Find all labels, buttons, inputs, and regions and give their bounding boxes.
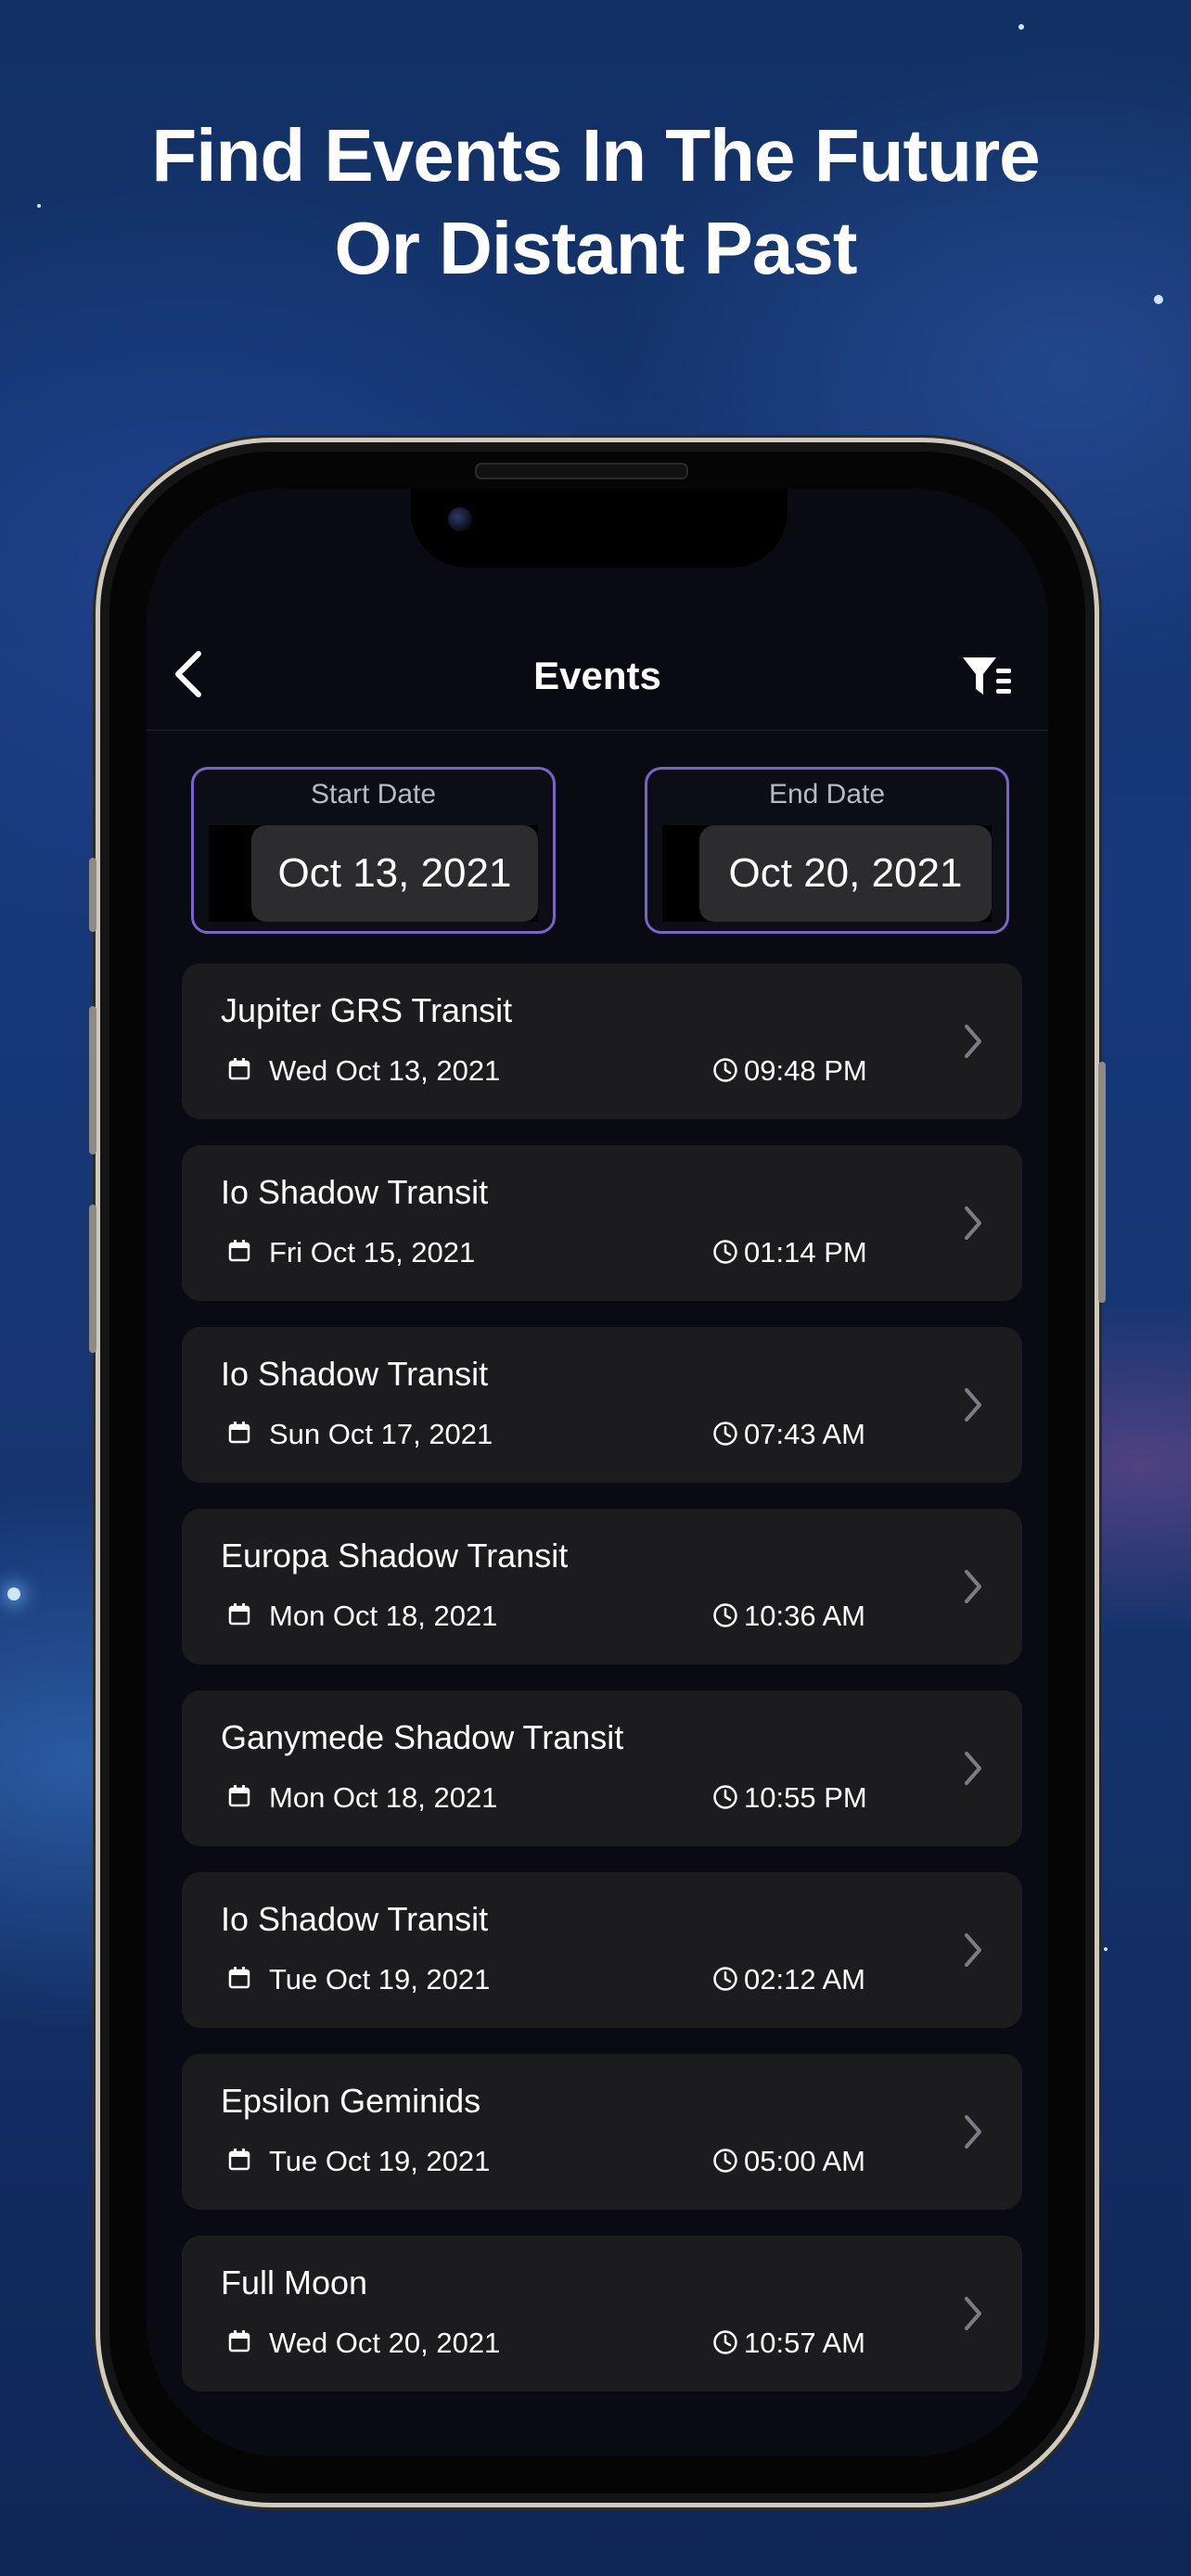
clock-icon bbox=[713, 2149, 737, 2173]
end-date-picker[interactable]: End Date Oct 20, 2021 bbox=[645, 767, 1009, 934]
calendar-icon bbox=[228, 1967, 250, 1989]
event-time: 05:00 AM bbox=[744, 2145, 865, 2177]
star bbox=[1104, 1947, 1108, 1951]
event-date: Mon Oct 18, 2021 bbox=[269, 1600, 498, 1632]
chevron-right-icon bbox=[965, 2115, 981, 2149]
chevron-right-icon bbox=[965, 1025, 981, 1058]
filter-button[interactable] bbox=[959, 648, 1015, 704]
headline-line-1: Find Events In The Future bbox=[151, 114, 1040, 197]
event-date: Tue Oct 19, 2021 bbox=[269, 1963, 491, 1996]
event-date: Mon Oct 18, 2021 bbox=[269, 1781, 498, 1814]
star bbox=[1018, 24, 1024, 30]
event-card[interactable]: Io Shadow Transit Fri Oct 15, 2021 01:14… bbox=[182, 1145, 1022, 1301]
silent-switch bbox=[89, 858, 96, 932]
event-card[interactable]: Ganymede Shadow Transit Mon Oct 18, 2021… bbox=[182, 1690, 1022, 1846]
event-card[interactable]: Europa Shadow Transit Mon Oct 18, 2021 1… bbox=[182, 1509, 1022, 1664]
event-time: 10:36 AM bbox=[744, 1600, 865, 1632]
start-date-field: Oct 13, 2021 bbox=[209, 825, 538, 922]
power-button bbox=[1098, 1062, 1106, 1303]
event-card[interactable]: Io Shadow Transit Tue Oct 19, 2021 02:12… bbox=[182, 1872, 1022, 2028]
event-time: 10:55 PM bbox=[744, 1781, 867, 1814]
app-screen: Events Start Date Oct 13, 2021 End Date … bbox=[147, 489, 1048, 2456]
calendar-icon bbox=[228, 1603, 250, 1626]
event-time: 01:14 PM bbox=[744, 1236, 867, 1269]
event-title: Epsilon Geminids bbox=[221, 2082, 481, 2120]
clock-icon bbox=[713, 1058, 737, 1082]
clock-icon bbox=[713, 1240, 737, 1264]
star bbox=[1154, 295, 1163, 304]
event-time: 02:12 AM bbox=[744, 1963, 865, 1996]
event-title: Io Shadow Transit bbox=[221, 1355, 489, 1393]
chevron-right-icon bbox=[965, 1570, 981, 1603]
event-title: Io Shadow Transit bbox=[221, 1173, 489, 1211]
event-date: Sun Oct 17, 2021 bbox=[269, 1418, 493, 1450]
phone-frame: Events Start Date Oct 13, 2021 End Date … bbox=[89, 438, 1106, 2507]
start-date-picker[interactable]: Start Date Oct 13, 2021 bbox=[191, 767, 556, 934]
headline: Find Events In The Future Or Distant Pas… bbox=[0, 109, 1191, 295]
clock-icon bbox=[713, 1967, 737, 1991]
chevron-right-icon bbox=[965, 1388, 981, 1422]
calendar-icon bbox=[228, 1058, 250, 1080]
event-title: Europa Shadow Transit bbox=[221, 1537, 569, 1575]
calendar-icon bbox=[228, 1785, 250, 1807]
nav-bar: Events bbox=[147, 628, 1048, 731]
clock-icon bbox=[713, 1785, 737, 1809]
filter-list-icon bbox=[963, 657, 1011, 695]
end-date-label: End Date bbox=[768, 779, 886, 810]
event-date: Tue Oct 19, 2021 bbox=[269, 2145, 491, 2177]
chevron-right-icon bbox=[965, 1933, 981, 1967]
page-title: Events bbox=[533, 654, 661, 697]
event-time: 07:43 AM bbox=[744, 1418, 865, 1450]
chevron-right-icon bbox=[965, 1206, 981, 1240]
volume-down-button bbox=[89, 1205, 96, 1353]
clock-icon bbox=[713, 1603, 737, 1627]
notch bbox=[411, 489, 788, 567]
volume-up-button bbox=[89, 1006, 96, 1154]
clock-icon bbox=[713, 2330, 737, 2354]
start-date-label: Start Date bbox=[310, 779, 437, 810]
event-title: Io Shadow Transit bbox=[221, 1900, 489, 1938]
chevron-right-icon bbox=[965, 2297, 981, 2330]
calendar-icon bbox=[228, 2149, 250, 2171]
calendar-icon bbox=[228, 1422, 250, 1444]
end-date-value[interactable]: Oct 20, 2021 bbox=[699, 825, 992, 922]
event-card[interactable]: Full Moon Wed Oct 20, 2021 10:57 AM bbox=[182, 2236, 1022, 2391]
event-date: Fri Oct 15, 2021 bbox=[269, 1236, 476, 1269]
calendar-icon bbox=[228, 1240, 250, 1262]
clock-icon bbox=[713, 1422, 737, 1446]
event-card[interactable]: Jupiter GRS Transit Wed Oct 13, 2021 09:… bbox=[182, 963, 1022, 1119]
headline-line-2: Or Distant Past bbox=[334, 207, 858, 289]
start-date-value[interactable]: Oct 13, 2021 bbox=[251, 825, 538, 922]
event-date: Wed Oct 13, 2021 bbox=[269, 1054, 501, 1087]
event-title: Jupiter GRS Transit bbox=[221, 991, 513, 1029]
event-card[interactable]: Epsilon Geminids Tue Oct 19, 2021 05:00 … bbox=[182, 2054, 1022, 2210]
speaker-grille bbox=[475, 463, 688, 479]
front-camera bbox=[448, 507, 472, 531]
event-title: Full Moon bbox=[221, 2264, 368, 2302]
event-time: 10:57 AM bbox=[744, 2327, 865, 2359]
event-date: Wed Oct 20, 2021 bbox=[269, 2327, 501, 2359]
event-title: Ganymede Shadow Transit bbox=[221, 1718, 624, 1756]
event-time: 09:48 PM bbox=[744, 1054, 867, 1087]
star bbox=[7, 1588, 20, 1600]
end-date-field: Oct 20, 2021 bbox=[662, 825, 992, 922]
chevron-right-icon bbox=[965, 1752, 981, 1785]
calendar-icon bbox=[228, 2330, 250, 2353]
event-card[interactable]: Io Shadow Transit Sun Oct 17, 2021 07:43… bbox=[182, 1327, 1022, 1483]
